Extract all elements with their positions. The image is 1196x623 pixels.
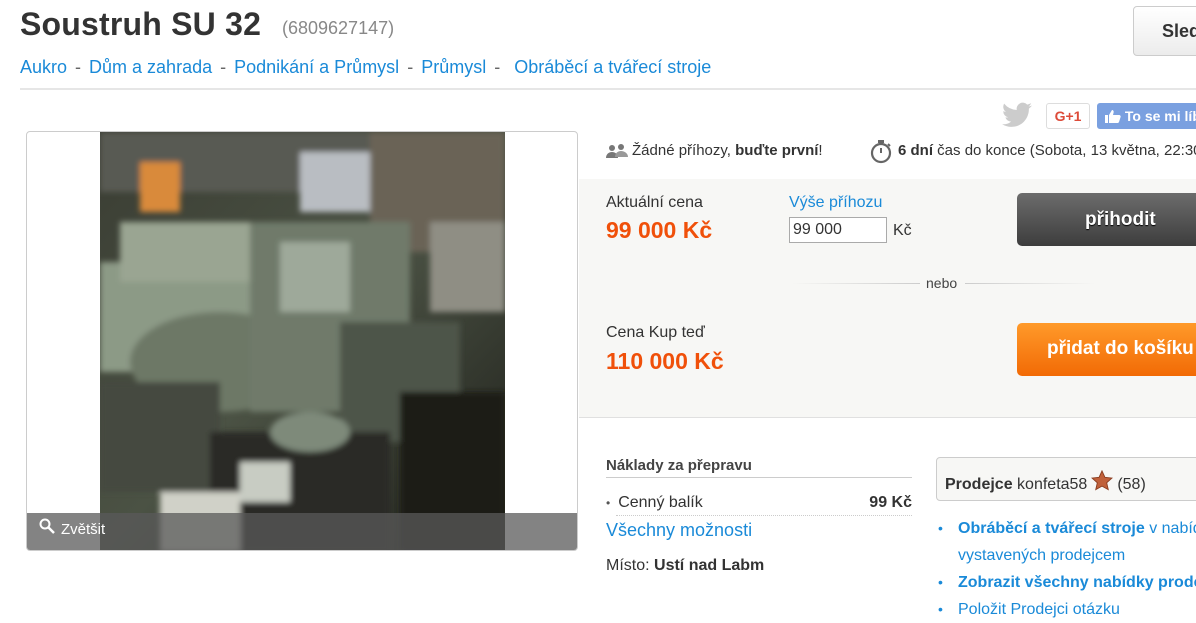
page-title: Soustruh SU 32 [20, 6, 262, 42]
header-divider [20, 88, 1196, 90]
current-price-label: Aktuální cena [606, 194, 703, 211]
seller-link-all-offers[interactable]: Zobrazit všechny nabídky prodej [938, 569, 1196, 596]
all-shipping-options-link[interactable]: Všechny možnosti [606, 520, 752, 541]
time-remaining-days: 6 dní [898, 142, 934, 159]
seller-label: Prodejce [945, 476, 1013, 493]
bid-button[interactable]: přihodit [1017, 193, 1196, 246]
gplus-button[interactable]: G+1 [1046, 103, 1090, 129]
facebook-like-label: To se mi líbí [1124, 108, 1196, 124]
or-divider-right [965, 283, 1095, 284]
shipping-price: 99 Kč [869, 494, 912, 511]
product-photo[interactable] [100, 132, 505, 551]
seller-link-category-bold[interactable]: Obráběcí a tvářecí stroje [958, 520, 1145, 537]
location-value: Ustí nad Labm [654, 557, 765, 574]
breadcrumb: Aukro - Dům a zahrada - Podnikání a Průmysl -… [20, 57, 711, 78]
buy-now-label: Cena Kup teď [606, 324, 705, 341]
bid-amount-link[interactable]: Výše příhozu [789, 194, 882, 212]
breadcrumb-separator: - [220, 57, 227, 77]
breadcrumb-item-prumysl[interactable]: Průmysl [421, 57, 486, 77]
breadcrumb-item-podnikani[interactable]: Podnikání a Průmysl [234, 57, 399, 77]
seller-box: Prodejce konfeta58 (58) [936, 457, 1196, 501]
breadcrumb-separator: - [407, 57, 414, 77]
breadcrumb-separator: - [75, 57, 82, 77]
product-gallery[interactable]: Zvětšit [26, 131, 578, 551]
seller-link-category-cont[interactable]: vystavených prodejcem [938, 542, 1196, 569]
stopwatch-icon [870, 140, 892, 168]
shipping-title: Náklady za přepravu [606, 457, 752, 474]
location-label: Místo: [606, 557, 655, 574]
seller-link-category[interactable]: Obráběcí a tvářecí stroje v nabídk [938, 515, 1196, 542]
location: Místo: Ustí nad Labm [606, 557, 764, 575]
thumbs-up-icon [1105, 108, 1125, 124]
breadcrumb-item-dum-a-zahrada[interactable]: Dům a zahrada [89, 57, 212, 77]
seller-link-all-offers-label[interactable]: Zobrazit všechny nabídky prodej [958, 574, 1196, 591]
shipping-method: Cenný balík [618, 494, 703, 511]
zoom-button[interactable]: Zvětšit [27, 513, 577, 550]
zoom-label: Zvětšit [61, 521, 106, 538]
seller-rating[interactable]: (58) [1117, 476, 1145, 493]
time-remaining-end: čas do konce (Sobota, 13 května, 22:30: [933, 142, 1196, 159]
or-divider-left [792, 283, 920, 284]
watch-button[interactable]: Sled [1133, 6, 1196, 56]
shipping-divider [606, 477, 912, 478]
breadcrumb-item-obrabeci-stroje[interactable]: Obráběcí a tvářecí stroje [514, 57, 711, 77]
facebook-like-button[interactable]: To se mi líbí [1097, 103, 1196, 129]
bullet: • [606, 496, 611, 510]
shipping-row: • Cenný balík 99 Kč [606, 494, 912, 512]
bids-status: Žádné příhozy, buďte první! [632, 142, 823, 159]
add-to-cart-button[interactable]: přidat do košíku [1017, 323, 1196, 376]
star-icon [1091, 469, 1114, 497]
bids-status-cta: buďte první [735, 142, 819, 159]
current-price: 99 000 Kč [606, 217, 713, 243]
seller-name-link[interactable]: konfeta58 [1017, 476, 1087, 493]
shipping-row-divider [616, 515, 912, 517]
seller-links: Obráběcí a tvářecí stroje v nabídk vysta… [938, 515, 1196, 623]
breadcrumb-item-aukro[interactable]: Aukro [20, 57, 67, 77]
item-id: (6809627147) [282, 18, 395, 38]
seller-link-category-rest[interactable]: v nabídk [1145, 520, 1196, 537]
twitter-icon[interactable] [1002, 102, 1036, 130]
time-remaining: 6 dní čas do konce (Sobota, 13 května, 2… [898, 142, 1196, 159]
seller-link-ask-question[interactable]: Položit Prodejci otázku [938, 596, 1196, 623]
bids-status-text: Žádné příhozy, [632, 142, 736, 159]
currency-label: Kč [893, 222, 912, 239]
seller-link-ask-question-label[interactable]: Položit Prodejci otázku [958, 601, 1120, 618]
bid-amount-input[interactable] [789, 217, 887, 243]
zoom-icon [39, 513, 55, 547]
or-label: nebo [926, 275, 958, 291]
breadcrumb-separator: - [494, 57, 501, 77]
bidders-icon [606, 143, 628, 163]
buy-now-price: 110 000 Kč [606, 348, 724, 374]
bids-status-suffix: ! [818, 142, 823, 159]
